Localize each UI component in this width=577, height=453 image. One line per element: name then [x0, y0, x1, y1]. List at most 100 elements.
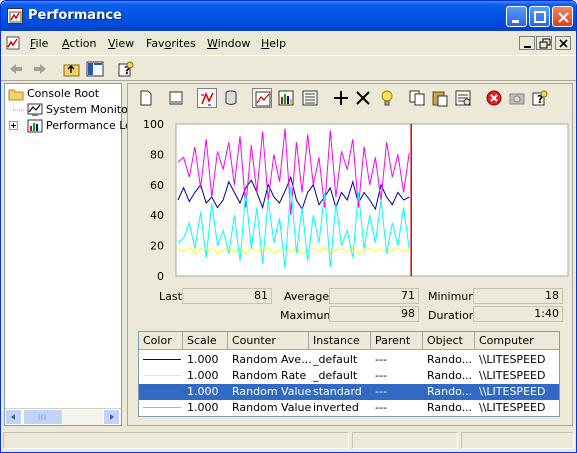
counter-cell-object: Rando...: [427, 385, 473, 398]
counter-row[interactable]: 1.000 Random Rate _default --- Rando... \\LIT…: [139, 368, 559, 384]
counter-cell-scale: 1.000: [187, 353, 219, 366]
menu-view[interactable]: View: [108, 37, 134, 50]
menu-help[interactable]: Help: [261, 37, 286, 50]
y-tick-label: 0: [157, 270, 164, 282]
performance-graph[interactable]: 100 80 60 40 20 0: [128, 112, 572, 282]
counter-cell-computer: \\LITESPEED: [479, 369, 546, 382]
menu-action[interactable]: Action: [62, 37, 96, 50]
child-close-button[interactable]: [555, 36, 571, 50]
maximum-value: 98: [329, 306, 419, 322]
counter-cell-counter: Random Rate: [232, 369, 307, 382]
clear-display-icon[interactable]: [166, 88, 186, 108]
counter-cell-instance: inverted: [313, 401, 359, 414]
counter-cell-scale: 1.000: [187, 401, 219, 414]
counter-cell-counter: Random Value: [232, 401, 312, 414]
scroll-thumb[interactable]: [23, 409, 63, 425]
maximize-button[interactable]: [529, 6, 550, 27]
show-hide-console-tree-icon[interactable]: [86, 60, 104, 78]
expand-plus-icon[interactable]: [9, 121, 18, 130]
duration-label: Duration: [428, 309, 476, 322]
highlight-lightbulb-icon[interactable]: [377, 88, 397, 108]
counter-color-swatch: [143, 359, 181, 360]
y-tick-label: 100: [143, 118, 164, 131]
update-data-camera-icon[interactable]: [507, 88, 527, 108]
add-counter-plus-icon[interactable]: [331, 88, 351, 108]
child-minimize-button[interactable]: [519, 36, 535, 50]
y-tick-label: 80: [150, 148, 164, 161]
tree-horizontal-scrollbar[interactable]: [5, 408, 121, 425]
counter-row[interactable]: 1.000 Random Value inverted --- Rando... \\LI…: [139, 400, 559, 416]
view-log-data-icon[interactable]: [221, 88, 241, 108]
column-header-computer[interactable]: Computer: [475, 332, 559, 350]
child-restore-button[interactable]: [536, 36, 552, 50]
back-arrow-icon[interactable]: [7, 60, 25, 78]
freeze-display-icon[interactable]: [484, 88, 504, 108]
menu-favorites[interactable]: Favorites: [146, 37, 196, 50]
counter-row[interactable]: 1.000 Random Value standard --- Rando... \\LI…: [139, 384, 559, 400]
column-header-object[interactable]: Object: [423, 332, 475, 350]
counter-cell-parent: ---: [375, 353, 387, 366]
minimize-button[interactable]: [506, 6, 527, 27]
counter-cell-instance: standard: [313, 385, 362, 398]
column-header-color[interactable]: Color: [139, 332, 183, 350]
copy-properties-icon[interactable]: [407, 88, 427, 108]
last-value: 81: [182, 288, 272, 304]
up-one-level-icon[interactable]: [63, 60, 81, 78]
paste-counter-list-icon[interactable]: [430, 88, 450, 108]
view-current-activity-icon[interactable]: [197, 88, 217, 108]
column-header-parent[interactable]: Parent: [371, 332, 423, 350]
counter-cell-scale: 1.000: [187, 369, 219, 382]
close-button[interactable]: [552, 6, 573, 27]
status-pane-2: [352, 432, 458, 449]
column-header-counter[interactable]: Counter: [228, 332, 309, 350]
system-monitor-icon: [27, 102, 43, 118]
minimum-value: 18: [473, 288, 563, 304]
menu-window[interactable]: Window: [207, 37, 250, 50]
counter-color-swatch: [143, 375, 181, 376]
title-bar[interactable]: Performance: [1, 1, 576, 31]
counter-cell-parent: ---: [375, 385, 387, 398]
view-histogram-icon[interactable]: [276, 88, 296, 108]
counter-cell-scale: 1.000: [187, 385, 219, 398]
counter-cell-parent: ---: [375, 401, 387, 414]
menu-file[interactable]: File: [30, 37, 48, 50]
counter-row[interactable]: 1.000 Random Ave... _default --- Rando... \\L…: [139, 352, 559, 368]
performance-logs-icon: [27, 118, 43, 134]
help-icon[interactable]: ?: [117, 60, 135, 78]
scroll-right-arrow-icon[interactable]: [103, 409, 120, 425]
counter-cell-parent: ---: [375, 369, 387, 382]
column-header-scale[interactable]: Scale: [183, 332, 228, 350]
counter-cell-instance: _default: [313, 353, 358, 366]
graph-statistics: Last 81 Average 71 Minimum 18 Maximum 98…: [128, 284, 572, 324]
new-counter-set-icon[interactable]: [136, 88, 156, 108]
mmc-console-icon[interactable]: [5, 35, 21, 51]
forward-arrow-icon[interactable]: [31, 60, 49, 78]
view-report-icon[interactable]: [300, 88, 320, 108]
help-question-icon[interactable]: ?: [530, 88, 550, 108]
scroll-left-arrow-icon[interactable]: [5, 409, 22, 425]
counter-cell-counter: Random Ave...: [232, 353, 312, 366]
column-header-instance[interactable]: Instance: [309, 332, 371, 350]
view-graph-icon[interactable]: [252, 88, 272, 108]
console-tree: Console Root System Monitor Performance …: [4, 83, 132, 426]
counter-cell-object: Rando...: [427, 401, 473, 414]
counter-color-swatch: [143, 407, 181, 408]
menu-bar: File Action View Favorites Window Help: [1, 31, 576, 55]
status-pane-3: [461, 432, 574, 449]
duration-value: 1:40: [473, 306, 563, 322]
counter-list-header: Color Scale Counter Instance Parent Obje…: [139, 332, 559, 350]
properties-icon[interactable]: [453, 88, 473, 108]
status-bar: [1, 429, 576, 452]
y-tick-label: 20: [150, 240, 164, 253]
system-monitor-toolbar: ?: [128, 84, 572, 112]
performance-app-icon: [7, 8, 23, 24]
counter-legend-list[interactable]: Color Scale Counter Instance Parent Obje…: [138, 331, 560, 417]
performance-window: Performance File Action View Favorites W…: [0, 0, 577, 453]
counter-cell-object: Rando...: [427, 369, 473, 382]
last-label: Last: [159, 290, 182, 303]
counter-cell-computer: \\LITESPEED: [479, 353, 546, 366]
counter-cell-computer: \\LITESPEED: [479, 401, 546, 414]
y-tick-label: 40: [150, 209, 164, 222]
counter-cell-object: Rando...: [427, 353, 473, 366]
delete-counter-x-icon[interactable]: [353, 88, 373, 108]
